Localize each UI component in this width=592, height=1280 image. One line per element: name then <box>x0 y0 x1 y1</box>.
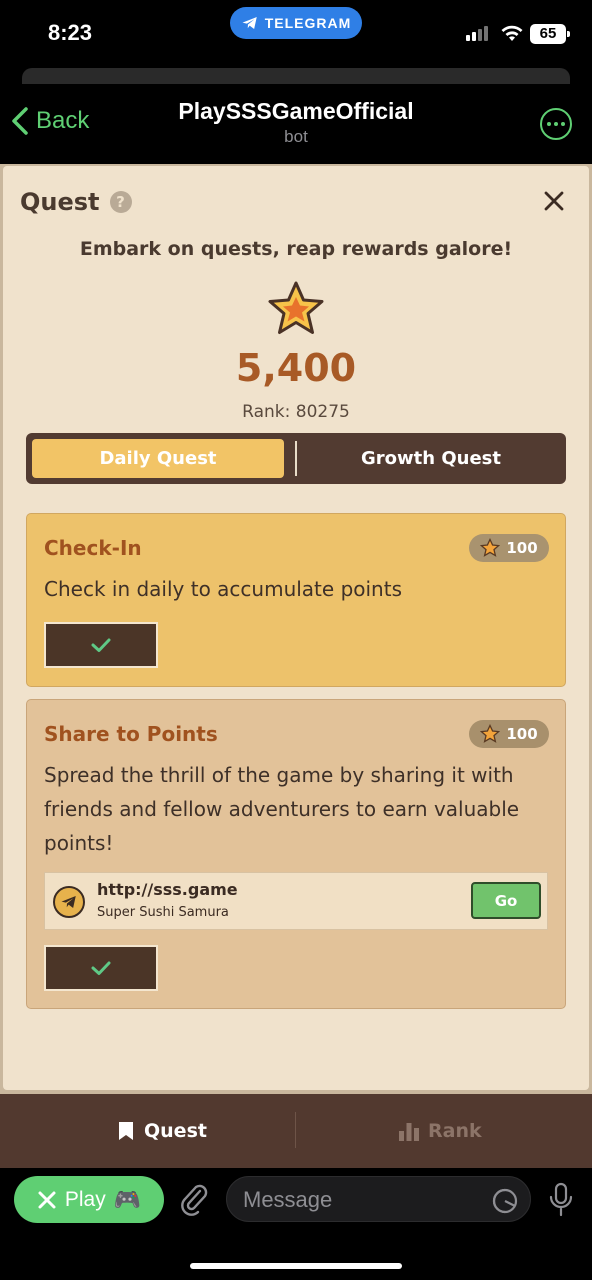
chat-subtitle: bot <box>284 127 308 146</box>
close-icon <box>38 1191 56 1208</box>
message-input[interactable] <box>243 1185 483 1215</box>
play-button[interactable]: Play 🎮 <box>14 1176 164 1223</box>
nav-divider <box>295 1112 296 1148</box>
check-in-complete-button[interactable] <box>44 622 158 668</box>
webapp-container: Quest ? Embark on quests, reap rewards g… <box>0 164 592 1094</box>
star-icon <box>268 281 324 334</box>
chat-title[interactable]: PlaySSSGameOfficial <box>0 98 592 125</box>
share-complete-button[interactable] <box>44 945 158 991</box>
status-bar: 8:23 TELEGRAM 65 <box>0 0 592 64</box>
tab-daily-quest[interactable]: Daily Quest <box>32 439 284 478</box>
bottom-nav: Quest Rank <box>0 1094 592 1168</box>
quest-title: Quest <box>20 188 100 216</box>
paperclip-icon[interactable] <box>178 1182 210 1216</box>
quest-card-description: Check in daily to accumulate points <box>44 577 402 601</box>
cellular-signal-icon <box>466 26 488 41</box>
telegram-plane-icon <box>53 886 85 918</box>
link-name: Super Sushi Samura <box>97 905 229 920</box>
share-link-preview[interactable]: http://sss.game Super Sushi Samura Go <box>44 872 548 930</box>
rank-label: Rank: 80275 <box>242 402 350 422</box>
go-button[interactable]: Go <box>471 882 541 919</box>
help-icon[interactable]: ? <box>109 191 132 213</box>
tab-divider <box>295 441 297 476</box>
checkmark-icon <box>91 638 111 652</box>
sheet-handle[interactable] <box>22 68 570 84</box>
nav-item-rank[interactable]: Rank <box>398 1120 482 1142</box>
nav-item-quest[interactable]: Quest <box>118 1120 207 1142</box>
play-label: Play <box>64 1187 106 1211</box>
quest-card-share: Share to Points 100 Spread the thrill of… <box>26 699 566 1009</box>
reward-value: 100 <box>506 539 538 557</box>
nav-label-rank: Rank <box>428 1120 482 1142</box>
reward-badge: 100 <box>469 720 549 748</box>
chat-header: Back PlaySSSGameOfficial bot <box>0 84 592 164</box>
sticker-icon[interactable] <box>491 1187 519 1215</box>
quest-card-title: Check-In <box>44 536 142 560</box>
bar-chart-icon <box>399 1123 419 1141</box>
gamepad-icon: 🎮 <box>113 1186 142 1212</box>
wifi-icon <box>501 25 523 41</box>
battery-indicator: 65 <box>530 24 570 44</box>
quest-panel: Quest ? Embark on quests, reap rewards g… <box>3 166 589 1090</box>
quest-card-check-in: Check-In 100 Check in daily to accumulat… <box>26 513 566 687</box>
telegram-label: TELEGRAM <box>264 15 352 31</box>
nav-label-quest: Quest <box>144 1120 207 1142</box>
reward-value: 100 <box>506 725 538 743</box>
close-icon[interactable] <box>541 188 567 214</box>
quest-card-description: Spread the thrill of the game by sharing… <box>44 763 520 855</box>
reward-badge: 100 <box>469 534 549 562</box>
status-time: 8:23 <box>48 20 93 45</box>
bookmark-icon <box>119 1122 133 1140</box>
tab-growth-quest[interactable]: Growth Quest <box>302 439 560 478</box>
quest-card-title: Share to Points <box>44 722 218 746</box>
microphone-icon[interactable] <box>548 1182 574 1218</box>
telegram-pill[interactable]: TELEGRAM <box>230 7 362 39</box>
home-indicator[interactable] <box>190 1263 402 1269</box>
points-total: 5,400 <box>235 346 357 390</box>
telegram-plane-icon <box>242 17 257 29</box>
quest-tabs: Daily Quest Growth Quest <box>26 433 566 484</box>
message-field[interactable] <box>226 1176 531 1222</box>
star-icon <box>480 538 501 557</box>
link-url: http://sss.game <box>97 880 238 899</box>
quest-tagline: Embark on quests, reap rewards galore! <box>79 238 513 260</box>
star-icon <box>480 724 501 743</box>
quest-heading: Quest ? <box>20 188 132 216</box>
checkmark-icon <box>91 961 111 975</box>
more-options-button[interactable] <box>540 108 572 140</box>
